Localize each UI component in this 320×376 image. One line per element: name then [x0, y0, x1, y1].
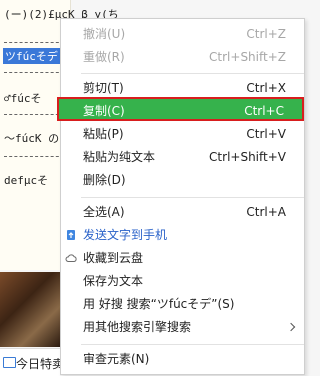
menu-item-label: 全选(A) [83, 205, 125, 219]
separator-line [4, 156, 64, 157]
menu-separator [81, 344, 304, 345]
document-line: ♂fúcそ [4, 92, 42, 105]
news-label: 今日特卖 [16, 357, 60, 371]
menu-item-cut[interactable]: 剪切(T) Ctrl+X [61, 77, 304, 99]
menu-item-label: 保存为文本 [83, 274, 144, 288]
menu-item-shortcut: Ctrl+C [244, 104, 284, 118]
menu-item-label: 重做(R) [83, 50, 125, 64]
screen-icon [3, 357, 16, 368]
menu-item-copy[interactable]: 复制(C) Ctrl+C [57, 97, 304, 121]
news-bar[interactable]: 今日特卖 [0, 348, 60, 376]
menu-item-shortcut: Ctrl+X [246, 81, 286, 95]
menu-item-paste[interactable]: 粘贴(P) Ctrl+V [61, 123, 304, 145]
menu-item-label: 粘贴为纯文本 [83, 150, 156, 164]
separator-line [4, 72, 64, 73]
menu-item-send-to-phone[interactable]: 发送文字到手机 [61, 224, 304, 246]
menu-item-label: 复制(C) [83, 104, 125, 118]
menu-item-label: 粘贴(P) [83, 127, 124, 141]
menu-item-undo[interactable]: 撤消(U) Ctrl+Z [61, 23, 304, 45]
menu-item-save-to-cloud[interactable]: 收藏到云盘 [61, 247, 304, 269]
context-menu: 撤消(U) Ctrl+Z 重做(R) Ctrl+Shift+Z 剪切(T) Ct… [57, 18, 305, 375]
menu-item-label: 发送文字到手机 [83, 228, 168, 242]
selected-text[interactable]: ツfúcそデ [3, 48, 60, 64]
menu-item-label: 剪切(T) [83, 81, 124, 95]
menu-item-inspect-element[interactable]: 审查元素(N) [61, 348, 304, 370]
menu-item-shortcut: Ctrl+Z [246, 27, 286, 41]
menu-item-label: 删除(D) [83, 173, 126, 187]
separator-line [4, 42, 64, 43]
document-line: 〜fúcK の [4, 132, 60, 145]
menu-separator [81, 197, 304, 198]
page: (ー)(2)£µcK β ү(ち ツfúcそデ ♂fúcそ 〜fúcK の de… [0, 0, 305, 376]
menu-item-label: 审查元素(N) [83, 352, 150, 366]
send-to-phone-icon [67, 230, 75, 240]
menu-item-shortcut: Ctrl+V [246, 127, 286, 141]
menu-item-delete[interactable]: 删除(D) [61, 169, 304, 191]
thumbnail-image[interactable] [0, 272, 60, 347]
menu-item-save-as-text[interactable]: 保存为文本 [61, 270, 304, 292]
separator-line [4, 114, 64, 115]
menu-item-shortcut: Ctrl+Shift+Z [209, 50, 286, 64]
menu-item-shortcut: Ctrl+Shift+V [209, 150, 286, 164]
menu-item-paste-plain-text[interactable]: 粘贴为纯文本 Ctrl+Shift+V [61, 146, 304, 168]
menu-item-label: 用 好搜 搜索“ツfúcそデ”(S) [83, 297, 235, 311]
menu-item-search-haosou[interactable]: 用 好搜 搜索“ツfúcそデ”(S) [61, 293, 304, 315]
cloud-icon [65, 254, 77, 262]
menu-item-label: 撤消(U) [83, 27, 126, 41]
document-line: defµcそ [4, 174, 49, 187]
menu-item-search-other-engine[interactable]: 用其他搜索引擎搜索 [61, 316, 304, 338]
menu-item-select-all[interactable]: 全选(A) Ctrl+A [61, 201, 304, 223]
menu-item-label: 用其他搜索引擎搜索 [83, 320, 192, 334]
chevron-right-icon [286, 322, 296, 332]
menu-item-redo[interactable]: 重做(R) Ctrl+Shift+Z [61, 46, 304, 68]
menu-separator [81, 73, 304, 74]
menu-item-shortcut: Ctrl+A [246, 205, 286, 219]
menu-item-label: 收藏到云盘 [83, 251, 144, 265]
